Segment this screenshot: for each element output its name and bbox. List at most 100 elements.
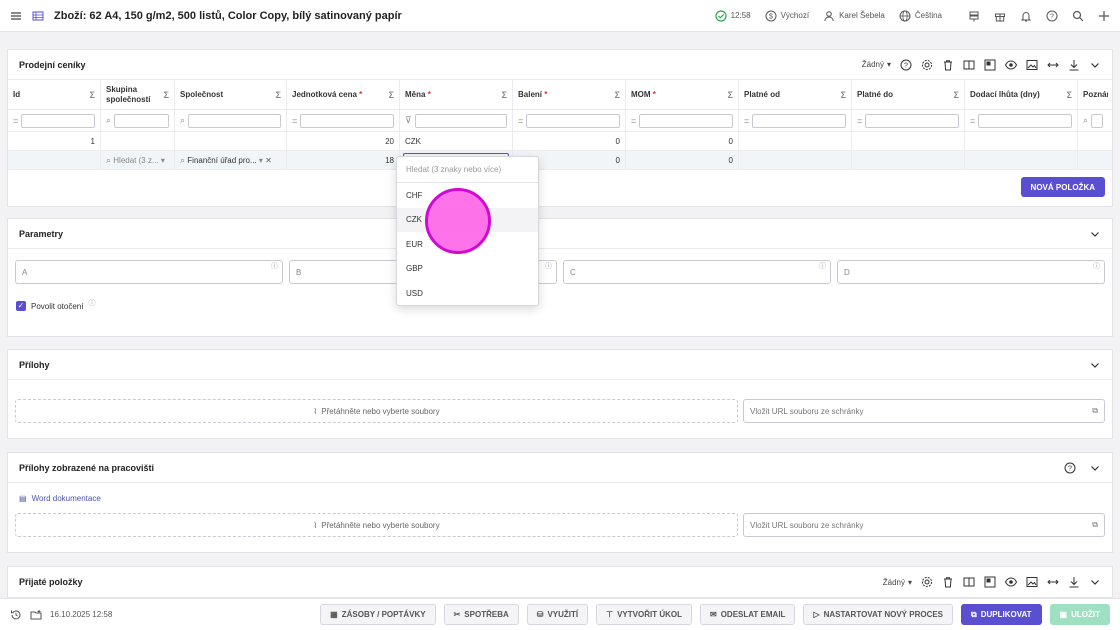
filter-input[interactable] [414, 113, 507, 128]
info-icon[interactable]: ⓘ [1093, 261, 1100, 271]
equals-icon[interactable]: = [518, 116, 523, 126]
unit-price-input[interactable]: 18 [287, 151, 400, 169]
send-email-button[interactable]: ✉ ODESLAT EMAIL [699, 604, 796, 625]
arrows-horizontal-icon[interactable] [1047, 576, 1059, 588]
col-header-packaging[interactable]: Balení * Σ [513, 80, 626, 109]
chevron-down-icon[interactable] [1089, 228, 1101, 240]
info-icon[interactable]: ⓘ [271, 261, 278, 271]
col-header-id[interactable]: Id Σ [8, 80, 101, 109]
plus-icon[interactable] [1098, 10, 1110, 22]
help-icon[interactable]: ? [1064, 462, 1076, 474]
filter-input[interactable] [300, 113, 394, 128]
param-d-field[interactable]: Dⓘ [837, 260, 1105, 284]
col-header-note[interactable]: Poznámk [1078, 80, 1108, 109]
attachments-dropzone[interactable]: ⌇ Přetáhněte nebo vyberte soubory [15, 399, 738, 423]
mom-input[interactable]: 0 [626, 151, 739, 169]
sigma-icon[interactable]: Σ [954, 90, 959, 100]
chevron-down-icon[interactable] [1089, 576, 1101, 588]
image-icon[interactable] [1026, 59, 1038, 71]
help-icon[interactable]: ? [900, 59, 912, 71]
caret-down-icon[interactable]: ▾ [161, 156, 165, 165]
language-selector[interactable]: Čeština [899, 10, 942, 22]
hamburger-menu-icon[interactable] [10, 10, 22, 22]
search-icon[interactable]: ⌕ [180, 115, 185, 126]
cell-valid-to[interactable] [852, 132, 965, 150]
usage-button[interactable]: ⛁ VYUŽITÍ [526, 604, 589, 625]
eye-icon[interactable] [1005, 59, 1017, 71]
cell-valid-from[interactable] [739, 151, 852, 169]
col-header-delivery-days[interactable]: Dodací lhůta (dny) Σ [965, 80, 1078, 109]
filter-input[interactable] [21, 113, 95, 128]
workplace-dropzone[interactable]: ⌇ Přetáhněte nebo vyberte soubory [15, 513, 738, 537]
filter-input[interactable] [978, 113, 1072, 128]
arrows-horizontal-icon[interactable] [1047, 59, 1059, 71]
col-header-unit-price[interactable]: Jednotková cena * Σ [287, 80, 400, 109]
save-button[interactable]: ▣ ULOŽIT [1049, 604, 1110, 625]
info-icon[interactable]: ⓘ [88, 298, 95, 308]
layout-icon[interactable] [984, 59, 996, 71]
table-row[interactable]: 1 20 CZK 0 0 [8, 132, 1112, 151]
filter-input[interactable] [526, 113, 620, 128]
col-header-currency[interactable]: Měna * Σ [400, 80, 513, 109]
col-header-group[interactable]: Skupina společností Σ [101, 80, 175, 109]
sigma-icon[interactable]: Σ [615, 90, 620, 100]
signpost-icon[interactable] [968, 10, 980, 22]
table-row-editing[interactable]: ⌕ Hledat (3 z... ▾ ⌕ Finanční úřad pro..… [8, 151, 1112, 170]
sync-status[interactable]: 12:58 [714, 9, 751, 22]
filter-input[interactable] [1091, 113, 1103, 128]
cell-group[interactable] [101, 132, 175, 150]
consumption-button[interactable]: ✂ SPOTŘEBA [443, 604, 519, 625]
chevron-down-icon[interactable] [1089, 462, 1101, 474]
col-header-company[interactable]: Společnost Σ [175, 80, 287, 109]
layout-icon[interactable] [984, 576, 996, 588]
bell-icon[interactable] [1020, 10, 1032, 22]
columns-icon[interactable] [963, 59, 975, 71]
cell-valid-to[interactable] [852, 151, 965, 169]
trash-icon[interactable] [942, 59, 954, 71]
equals-icon[interactable]: = [631, 116, 636, 126]
clipboard-icon[interactable]: ⧉ [1092, 406, 1098, 416]
start-process-button[interactable]: ▷ NASTARTOVAT NOVÝ PROCES [803, 604, 954, 625]
sigma-icon[interactable]: Σ [502, 90, 507, 100]
word-doc-link[interactable]: ▤ Word dokumentace [19, 494, 101, 503]
attachments-url-input[interactable]: Vložit URL souboru ze schránky ⧉ [743, 399, 1105, 423]
search-icon[interactable]: ⌕ [1083, 115, 1088, 126]
group-search-input[interactable]: ⌕ Hledat (3 z... ▾ [101, 151, 175, 169]
sigma-icon[interactable]: Σ [164, 90, 169, 100]
profile-selector[interactable]: $ Výchozí [765, 10, 809, 22]
sigma-icon[interactable]: Σ [841, 90, 846, 100]
download-icon[interactable] [1068, 576, 1080, 588]
cell-delivery-days[interactable] [965, 132, 1078, 150]
filter-input[interactable] [865, 113, 959, 128]
currency-option-usd[interactable]: USD [397, 281, 538, 306]
gift-icon[interactable] [994, 10, 1006, 22]
gear-icon[interactable] [921, 576, 933, 588]
filter-input[interactable] [752, 113, 846, 128]
funnel-icon[interactable]: ⊽ [405, 115, 412, 126]
duplicate-button[interactable]: ⧉ DUPLIKOVAT [961, 604, 1042, 625]
help-icon[interactable]: ? [1046, 10, 1058, 22]
chevron-down-icon[interactable] [1089, 359, 1101, 371]
cell-unit-price[interactable]: 20 [287, 132, 400, 150]
currency-option-gbp[interactable]: GBP [397, 257, 538, 282]
col-header-valid-to[interactable]: Platné do Σ [852, 80, 965, 109]
new-item-button[interactable]: NOVÁ POLOŽKA [1020, 177, 1105, 197]
param-c-field[interactable]: Cⓘ [563, 260, 831, 284]
sigma-icon[interactable]: Σ [90, 90, 95, 100]
download-icon[interactable] [1068, 59, 1080, 71]
cell-company[interactable] [175, 132, 287, 150]
history-icon[interactable] [10, 609, 22, 621]
sigma-icon[interactable]: Σ [276, 90, 281, 100]
columns-icon[interactable] [963, 576, 975, 588]
eye-icon[interactable] [1005, 576, 1017, 588]
folder-add-icon[interactable] [30, 609, 42, 621]
equals-icon[interactable]: = [857, 116, 862, 126]
user-menu[interactable]: Karel Šebela [823, 10, 885, 22]
col-header-valid-from[interactable]: Platné od Σ [739, 80, 852, 109]
workplace-url-input[interactable]: Vložit URL souboru ze schránky ⧉ [743, 513, 1105, 537]
sigma-icon[interactable]: Σ [389, 90, 394, 100]
cell-note[interactable] [1078, 132, 1108, 150]
gear-icon[interactable] [921, 59, 933, 71]
view-select[interactable]: Žádný ▾ [883, 578, 912, 587]
company-select[interactable]: ⌕ Finanční úřad pro... ▾ ✕ [175, 151, 287, 169]
